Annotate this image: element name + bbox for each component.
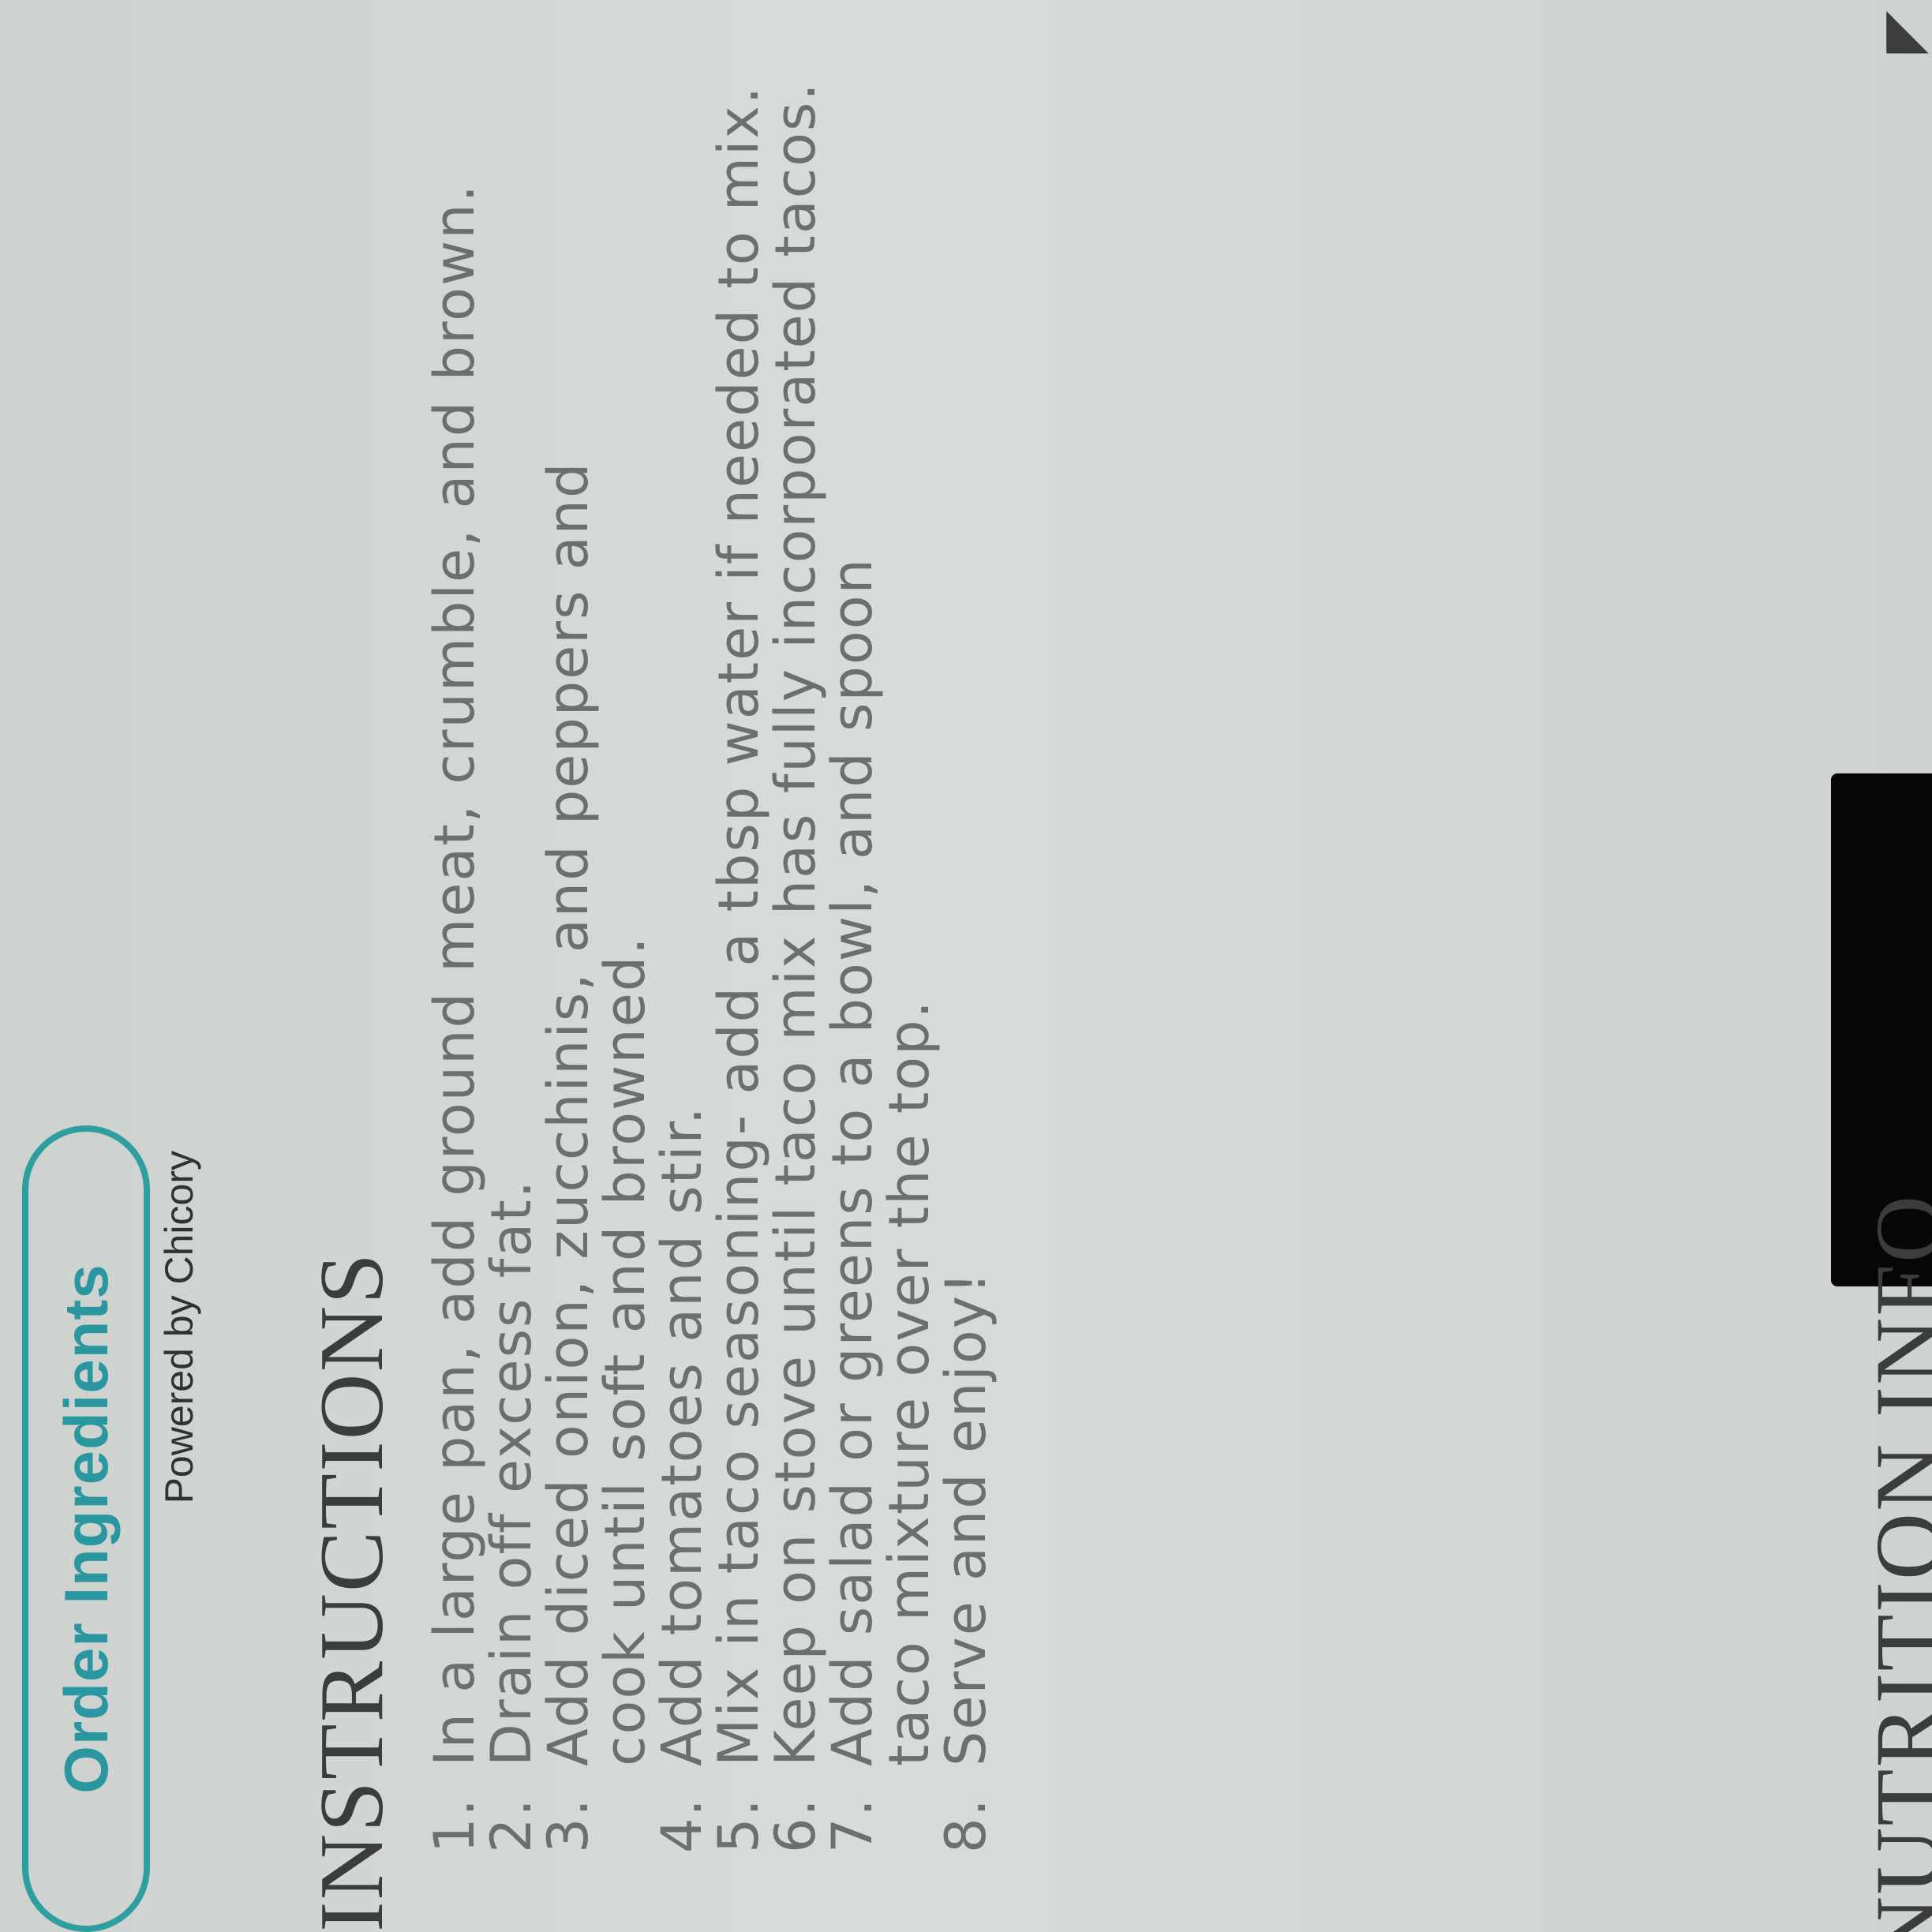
instruction-step: 7. Add salad or greens to a bowl, and sp… <box>820 425 942 1853</box>
instruction-step: 5. Mix in taco seasoning- add a tbsp wat… <box>706 0 771 1853</box>
photo-stage: ◣ Order Ingredients Powered by Chicory I… <box>0 0 1932 1932</box>
instruction-step: 6. Keep on stove until taco mix has full… <box>763 0 828 1853</box>
nutrition-info-heading: NUTRITION INFO <box>1856 1193 1932 1932</box>
recipe-page: Order Ingredients Powered by Chicory INS… <box>0 0 1932 1932</box>
step-number: 3. <box>536 1797 601 1853</box>
step-number: 2. <box>479 1797 544 1853</box>
step-text: Serve and enjoy! <box>934 1270 998 1766</box>
step-text: Add tomatoes and stir. <box>650 1105 714 1766</box>
instruction-step: 3. Add diced onion, zucchinis, and peppe… <box>536 346 657 1853</box>
order-ingredients-label: Order Ingredients <box>51 1264 121 1794</box>
step-text: Keep on stove until taco mix has fully i… <box>763 81 828 1766</box>
step-text: Mix in taco seasoning- add a tbsp water … <box>706 84 771 1766</box>
powered-by-text: Powered by Chicory <box>157 1151 201 1504</box>
instruction-step: 2. Drain off excess fat. <box>479 0 544 1853</box>
instruction-step: 1. In a large pan, add ground meat, crum… <box>422 0 487 1853</box>
order-ingredients-button[interactable]: Order Ingredients <box>22 1125 150 1932</box>
instruction-step: 4. Add tomatoes and stir. <box>650 0 714 1853</box>
step-number: 4. <box>650 1797 714 1853</box>
step-number: 5. <box>706 1797 771 1853</box>
step-text: Drain off excess fat. <box>479 1178 544 1766</box>
step-text: Add diced onion, zucchinis, and peppers … <box>536 461 657 1766</box>
step-number: 8. <box>934 1797 998 1853</box>
step-number: 7. <box>820 1797 885 1853</box>
instructions-list: 1. In a large pan, add ground meat, crum… <box>422 0 998 1853</box>
step-text: In a large pan, add ground meat, crumble… <box>422 183 487 1766</box>
step-number: 1. <box>422 1797 487 1853</box>
step-number: 6. <box>763 1797 828 1853</box>
instructions-heading: INSTRUCTIONS <box>301 1252 402 1932</box>
step-text: Add salad or greens to a bowl, and spoon… <box>820 557 942 1766</box>
instruction-step: 8. Serve and enjoy! <box>934 0 998 1853</box>
